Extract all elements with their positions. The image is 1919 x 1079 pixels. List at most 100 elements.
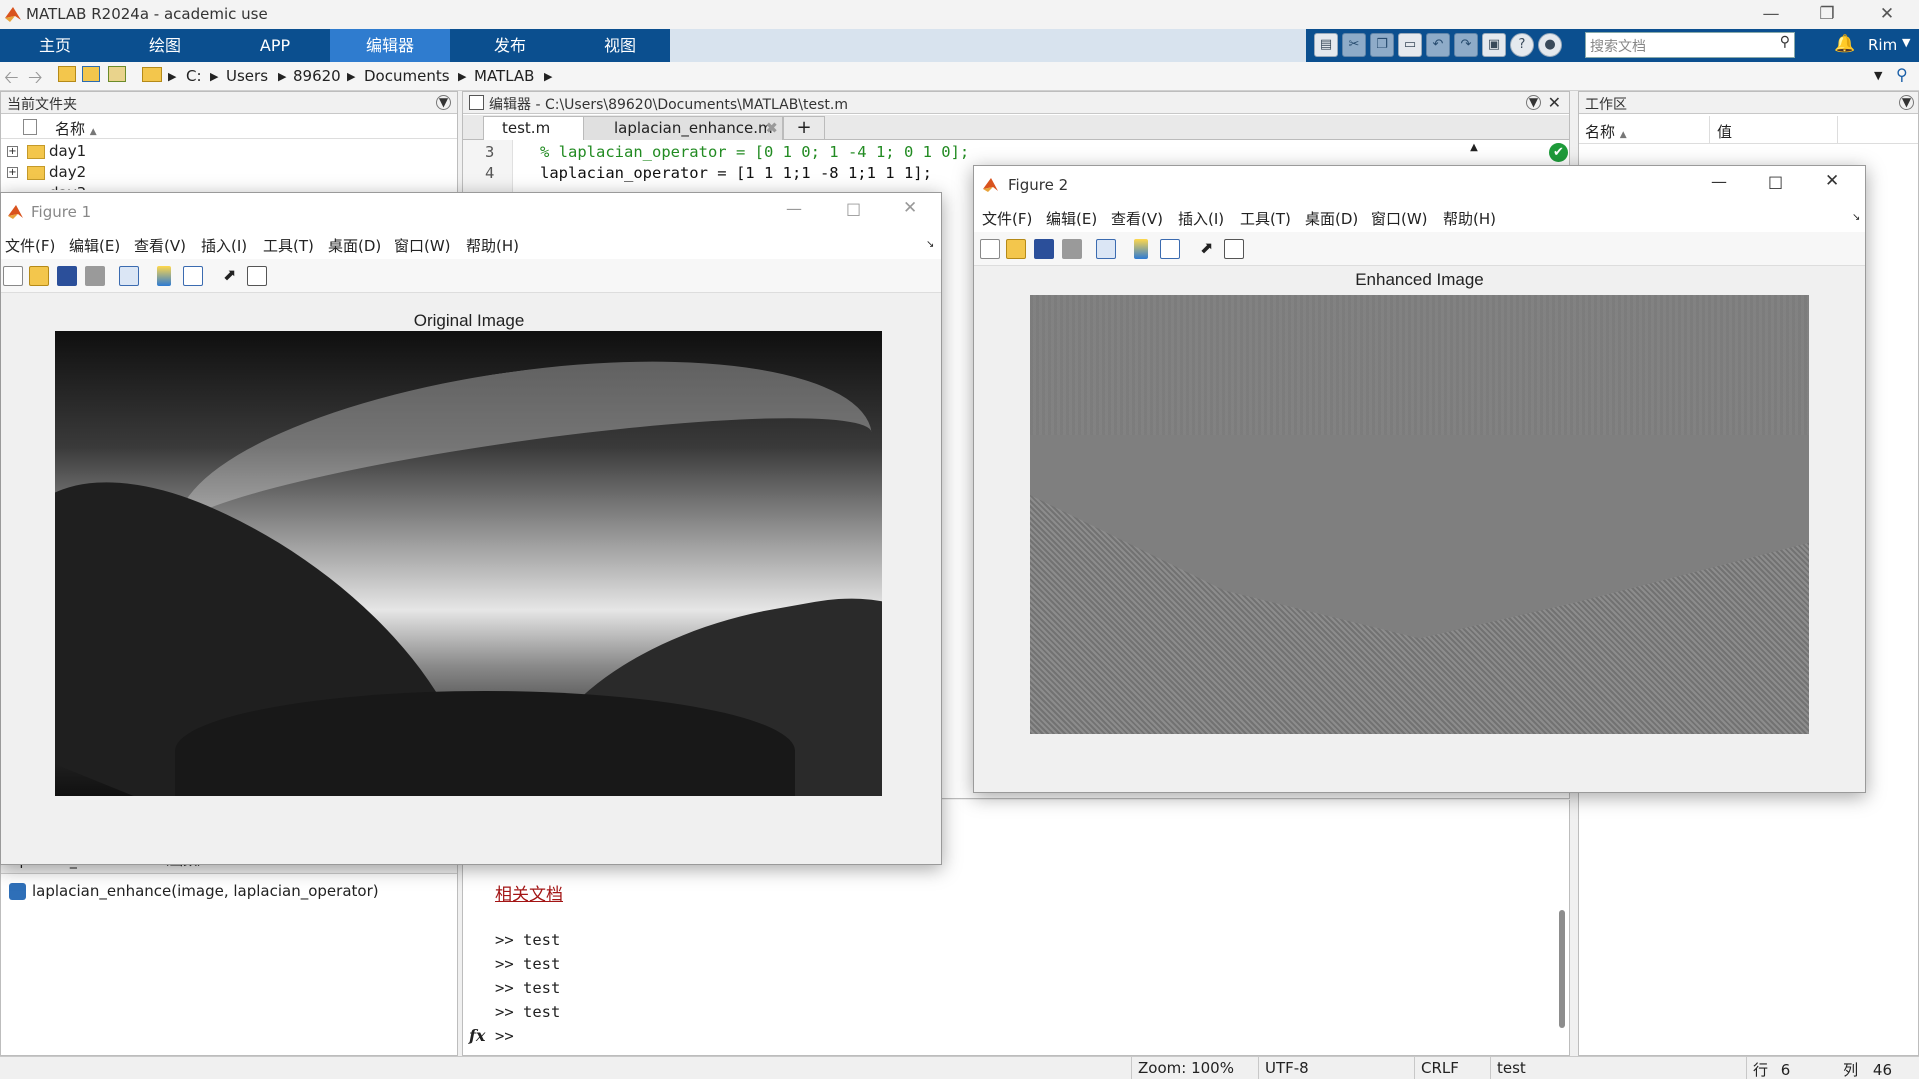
restore-button[interactable]: ❐	[1799, 0, 1855, 29]
property-editor-icon[interactable]	[247, 266, 267, 286]
pointer-icon[interactable]: ⬈	[223, 266, 243, 286]
tab-view[interactable]: 视图	[570, 29, 670, 62]
maximize-button[interactable]: □	[1768, 172, 1783, 191]
notification-bell-icon[interactable]: 🔔	[1834, 34, 1855, 54]
menu-window[interactable]: 窗口(W)	[1371, 208, 1428, 229]
switch-windows-icon[interactable]: ▣	[1482, 33, 1506, 57]
search-icon[interactable]: ⚲	[1780, 34, 1790, 50]
search-folder-icon[interactable]: ⚲	[1896, 65, 1908, 84]
panel-menu-icon[interactable]: ▼	[1526, 95, 1541, 110]
paste-icon[interactable]: ▭	[1398, 33, 1422, 57]
breadcrumb-matlab[interactable]: MATLAB	[474, 67, 534, 85]
expand-plus-icon[interactable]: +	[7, 167, 18, 178]
community-icon[interactable]: ●	[1538, 33, 1562, 57]
menu-window[interactable]: 窗口(W)	[394, 235, 451, 256]
close-button[interactable]: ✕	[903, 198, 917, 218]
menu-help[interactable]: 帮助(H)	[466, 235, 519, 256]
breadcrumb-89620[interactable]: 89620	[293, 67, 341, 85]
column-name-header[interactable]: 名称 ▲	[55, 118, 97, 139]
menu-insert[interactable]: 插入(I)	[1178, 208, 1224, 229]
link-plot-icon[interactable]	[1096, 239, 1116, 259]
open-file-icon[interactable]	[1006, 239, 1026, 259]
list-item[interactable]: day3	[1, 184, 457, 190]
tab-publish[interactable]: 发布	[450, 29, 570, 62]
code-line-comment[interactable]: % laplacian_operator = [0 1 0; 1 -4 1; 0…	[540, 143, 969, 161]
menu-edit[interactable]: 编辑(E)	[1046, 208, 1097, 229]
legend-icon[interactable]	[183, 266, 203, 286]
menu-file[interactable]: 文件(F)	[982, 208, 1032, 229]
save-figure-icon[interactable]	[1034, 239, 1054, 259]
column-name-header[interactable]: 名称 ▲	[1585, 121, 1627, 142]
matlab-logo-icon	[8, 205, 23, 219]
save-icon[interactable]: ▤	[1314, 33, 1338, 57]
close-editor-icon[interactable]: ✕	[1548, 93, 1561, 112]
tab-home[interactable]: 主页	[0, 29, 110, 62]
menu-file[interactable]: 文件(F)	[5, 235, 55, 256]
panel-menu-icon[interactable]: ▼	[1899, 95, 1914, 110]
cut-icon[interactable]: ✂	[1342, 33, 1366, 57]
related-docs-link[interactable]: 相关文档	[495, 880, 563, 905]
maximize-button[interactable]: □	[846, 199, 861, 218]
new-figure-icon[interactable]	[980, 239, 1000, 259]
panel-menu-icon[interactable]: ▼	[436, 95, 451, 110]
print-icon[interactable]	[85, 266, 105, 286]
tab-plots[interactable]: 绘图	[110, 29, 220, 62]
find-files-icon[interactable]	[108, 66, 126, 82]
command-prompt[interactable]: >>	[495, 1027, 514, 1045]
expand-plus-icon[interactable]: +	[7, 146, 18, 157]
menu-help[interactable]: 帮助(H)	[1443, 208, 1496, 229]
up-folder-icon[interactable]	[58, 66, 76, 82]
tab-laplacian-enhance-m[interactable]: laplacian_enhance.m ✖	[583, 116, 783, 140]
save-figure-icon[interactable]	[57, 266, 77, 286]
close-button[interactable]: ✕	[1825, 171, 1839, 191]
colorbar-icon[interactable]	[157, 266, 171, 286]
function-browser-icon[interactable]: fx	[469, 1026, 485, 1045]
list-item[interactable]: + day2	[1, 163, 457, 184]
close-tab-icon[interactable]: ✖	[765, 119, 778, 137]
dock-arrow-icon[interactable]: ↘	[1852, 212, 1860, 223]
column-value-header[interactable]: 值	[1717, 121, 1732, 142]
search-docs-input[interactable]: 搜索文档 ⚲	[1585, 32, 1795, 58]
redo-icon[interactable]: ↷	[1454, 33, 1478, 57]
legend-icon[interactable]	[1160, 239, 1180, 259]
user-account-button[interactable]: Rim	[1868, 36, 1897, 54]
open-file-icon[interactable]	[29, 266, 49, 286]
close-button[interactable]: ✕	[1855, 0, 1919, 29]
chevron-down-icon[interactable]: ▼	[1902, 36, 1910, 49]
tab-apps[interactable]: APP	[220, 29, 330, 62]
code-analyzer-ok-icon[interactable]: ✔	[1549, 143, 1568, 162]
link-plot-icon[interactable]	[119, 266, 139, 286]
menu-view[interactable]: 查看(V)	[134, 235, 186, 256]
menu-tools[interactable]: 工具(T)	[1240, 208, 1291, 229]
menu-view[interactable]: 查看(V)	[1111, 208, 1163, 229]
sort-ascending-icon: ▲	[89, 127, 97, 137]
help-icon[interactable]: ?	[1510, 33, 1534, 57]
menu-insert[interactable]: 插入(I)	[201, 235, 247, 256]
pointer-icon[interactable]: ⬈	[1200, 239, 1220, 259]
menu-edit[interactable]: 编辑(E)	[69, 235, 120, 256]
menu-desktop[interactable]: 桌面(D)	[1305, 208, 1358, 229]
breadcrumb-documents[interactable]: Documents	[364, 67, 450, 85]
minimize-button[interactable]: —	[1743, 0, 1799, 29]
tab-editor[interactable]: 编辑器	[330, 29, 450, 62]
breadcrumb-users[interactable]: Users	[226, 67, 268, 85]
vertical-scrollbar[interactable]	[1559, 910, 1565, 1028]
colorbar-icon[interactable]	[1134, 239, 1148, 259]
copy-icon[interactable]: ❐	[1370, 33, 1394, 57]
new-figure-icon[interactable]	[3, 266, 23, 286]
dock-arrow-icon[interactable]: ↘	[926, 239, 934, 250]
menu-tools[interactable]: 工具(T)	[263, 235, 314, 256]
menu-desktop[interactable]: 桌面(D)	[328, 235, 381, 256]
code-line[interactable]: laplacian_operator = [1 1 1;1 -8 1;1 1 1…	[540, 164, 932, 182]
minimize-button[interactable]: —	[1711, 172, 1727, 191]
undo-icon[interactable]: ↶	[1426, 33, 1450, 57]
breadcrumb-c[interactable]: C:	[186, 67, 202, 85]
list-item[interactable]: + day1	[1, 142, 457, 163]
browse-folder-icon[interactable]	[82, 66, 100, 82]
address-dropdown-icon[interactable]: ▼	[1874, 69, 1882, 82]
new-tab-button[interactable]: +	[783, 116, 825, 140]
property-editor-icon[interactable]	[1224, 239, 1244, 259]
print-icon[interactable]	[1062, 239, 1082, 259]
scroll-up-icon[interactable]: ▲	[1465, 142, 1483, 162]
minimize-button[interactable]: —	[786, 199, 802, 218]
